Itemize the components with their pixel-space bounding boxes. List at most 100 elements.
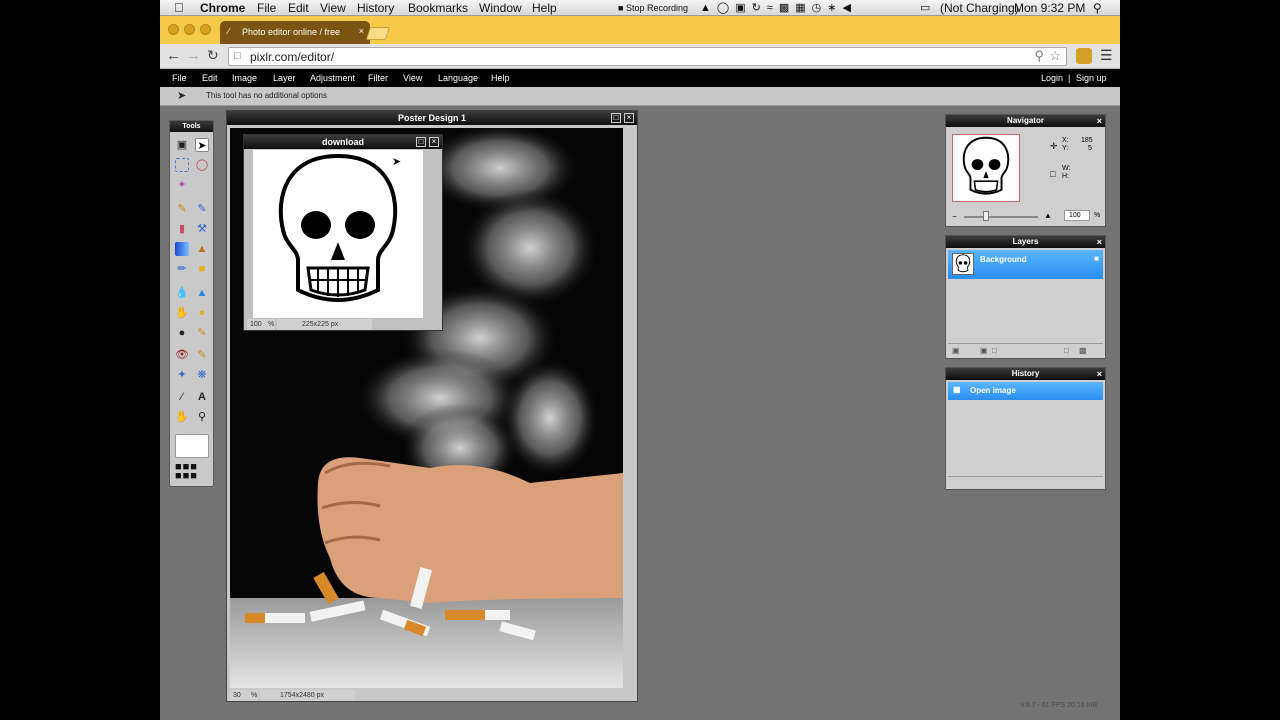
eraser-tool-icon[interactable]: ▮ [175,222,189,236]
search-icon[interactable]: ⚲ [1034,48,1044,64]
bloat-tool-icon[interactable]: ✦ [175,368,189,382]
sponge-tool-icon[interactable]: ● [195,306,209,320]
extension-icon[interactable] [1076,48,1092,64]
layer-folder-icon[interactable]: □ [992,346,997,355]
pencil-tool-icon[interactable]: ✎ [175,202,189,216]
nav-h-label: H: [1062,173,1069,180]
reload-icon[interactable]: ↻ [207,47,219,64]
blur-tool-icon[interactable]: 💧 [175,286,189,300]
close-window-icon[interactable] [168,24,179,35]
document-maximize-icon[interactable]: □ [611,113,621,123]
navigator-panel: Navigator × ✛ X: 185 Y: 5 □ W: H: − ▲ 10… [945,114,1106,227]
zoom-out-icon[interactable]: − [952,212,957,221]
redeye-tool-icon[interactable]: 👁 [175,348,189,362]
stamp-tool-icon[interactable]: ▲ [195,242,209,256]
chrome-menu-icon[interactable]: ☰ [1100,47,1113,64]
tools-panel-title: Tools [170,121,213,132]
layers-footer-divider [948,343,1103,344]
zoom-slider-handle[interactable] [983,211,989,221]
pixlr-menu-file[interactable]: File [172,73,187,83]
apple-menu-icon[interactable]:  [174,0,184,15]
tab-title: Photo editor online / free [242,27,341,37]
forward-icon[interactable]: → [186,47,201,64]
bookmark-star-icon[interactable]: ☆ [1049,48,1061,64]
document-close-icon[interactable]: × [624,113,634,123]
download-zoom-field[interactable]: 100 % [247,319,275,330]
download-maximize-icon[interactable]: □ [416,137,426,147]
sharpen-tool-icon[interactable]: ▲ [195,286,209,300]
app-name-menu[interactable]: Chrome [200,1,245,15]
mac-menubar:  Chrome File Edit View History Bookmark… [160,0,1120,16]
layer-lock-icon[interactable]: ■ [1094,254,1099,263]
crop-tool-icon[interactable]: ▣ [175,138,189,152]
address-bar[interactable]: □ pixlr.com/editor/ ⚲ ☆ [228,47,1067,66]
brush-tool-icon[interactable]: ✎ [195,202,209,216]
wand-tool-icon[interactable]: ✦ [175,178,189,192]
minimize-window-icon[interactable] [184,24,195,35]
color-swatch[interactable] [175,434,209,458]
marquee-tool-icon[interactable] [175,158,189,172]
mac-menu-window[interactable]: Window [479,1,522,15]
nav-y-value: 5 [1088,145,1092,152]
mac-menu-view[interactable]: View [320,1,346,15]
layer-style-icon[interactable]: ▣ [952,346,960,355]
spotlight-icon[interactable]: ⚲ [1093,1,1102,15]
new-layer-icon[interactable]: □ [1064,346,1069,355]
delete-layer-icon[interactable]: ▩ [1079,346,1087,355]
pixlr-menu-help[interactable]: Help [491,73,510,83]
new-tab-button[interactable] [365,27,391,40]
zoom-slider-track[interactable] [964,216,1038,218]
history-close-icon[interactable]: × [1097,369,1102,379]
type-tool-icon[interactable]: A [195,390,209,404]
burn-tool-icon[interactable]: ● [175,326,189,340]
clock[interactable]: Mon 9:32 PM [1014,1,1085,15]
download-close-icon[interactable]: × [429,137,439,147]
pixlr-menu-image[interactable]: Image [232,73,257,83]
zoom-in-icon[interactable]: ▲ [1044,211,1052,220]
battery-icon[interactable]: ▭ [920,1,930,14]
nav-w-label: W: [1062,165,1071,172]
lasso-tool-icon[interactable]: ◯ [195,158,209,172]
smudge-tool-icon[interactable]: ✋ [175,306,189,320]
pixlr-menu-view[interactable]: View [403,73,422,83]
mac-menu-help[interactable]: Help [532,1,557,15]
layer-mask-icon[interactable]: ▣ [980,346,988,355]
history-entry[interactable]: ▦ Open image [948,382,1103,400]
pixlr-menu-language[interactable]: Language [438,73,478,83]
layer-row-background[interactable]: Background ■ [948,250,1103,279]
picker-tool-icon[interactable]: ✏ [175,262,189,276]
close-tab-icon[interactable]: × [359,26,364,36]
pinch-tool-icon[interactable]: ❋ [195,368,209,382]
zoom-tool-icon[interactable]: ⚲ [195,410,209,424]
hand-tool-icon[interactable]: ✋ [175,410,189,424]
mac-menu-bookmarks[interactable]: Bookmarks [408,1,468,15]
mac-menu-history[interactable]: History [357,1,394,15]
bandage-tool-icon[interactable]: ■ [195,262,209,276]
spot-heal-tool-icon[interactable]: ✎ [195,348,209,362]
nav-x-label: X: [1062,137,1069,144]
browser-tab[interactable]: ∕ Photo editor online / free × [220,21,370,44]
pixlr-menu-layer[interactable]: Layer [273,73,296,83]
pixlr-menu-edit[interactable]: Edit [202,73,218,83]
tool-grid-icon[interactable]: ■■■ ■■■ [175,462,209,483]
pixlr-menu-adjustment[interactable]: Adjustment [310,73,355,83]
mac-menu-edit[interactable]: Edit [288,1,309,15]
bucket-tool-icon[interactable]: ⚒ [195,222,209,236]
navigator-close-icon[interactable]: × [1097,116,1102,126]
navigator-thumbnail[interactable] [952,134,1020,202]
pixlr-menu-filter[interactable]: Filter [368,73,388,83]
move-tool-button-icon[interactable]: ➤ [195,138,209,152]
zoom-window-icon[interactable] [200,24,211,35]
document-zoom-field[interactable]: 30 % [230,690,258,701]
stop-recording-item[interactable]: ■ Stop Recording [618,3,688,13]
mac-menu-file[interactable]: File [257,1,276,15]
color-picker-tool-icon[interactable]: ∕ [175,390,189,404]
skull-canvas[interactable] [253,150,423,318]
dodge-tool-icon[interactable]: ✎ [195,326,209,340]
signup-link[interactable]: Sign up [1076,73,1107,83]
login-link[interactable]: Login [1041,73,1063,83]
back-icon[interactable]: ← [166,47,181,64]
gradient-tool-icon[interactable] [175,242,189,256]
navigator-zoom-input[interactable]: 100 [1064,210,1090,221]
layers-close-icon[interactable]: × [1097,237,1102,247]
